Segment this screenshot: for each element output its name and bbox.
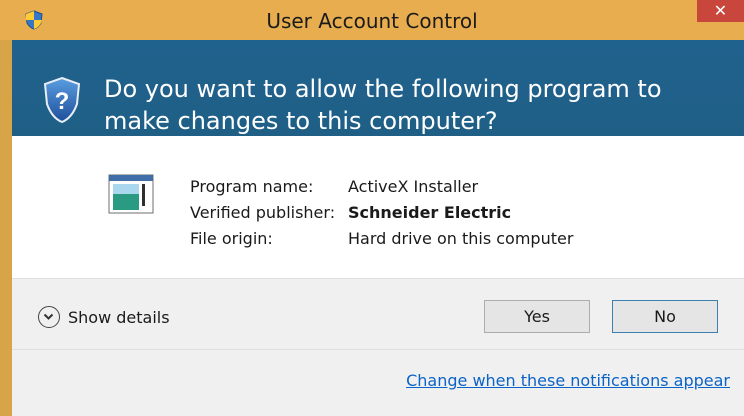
svg-text:?: ? xyxy=(55,88,70,115)
notification-settings-link[interactable]: Change when these notifications appear xyxy=(406,371,730,390)
program-name-value: ActiveX Installer xyxy=(348,177,479,196)
program-details: Program name: Verified publisher: File o… xyxy=(12,136,744,278)
prompt-question: Do you want to allow the following progr… xyxy=(104,75,662,135)
yes-button[interactable]: Yes xyxy=(484,300,590,333)
no-button[interactable]: No xyxy=(612,300,718,333)
uac-question-shield-icon: ? xyxy=(43,76,81,124)
verified-publisher-value: Schneider Electric xyxy=(348,203,512,222)
dialog-content: ? Do you want to allow the following pro… xyxy=(12,40,744,416)
titlebar[interactable]: User Account Control ✕ xyxy=(0,0,744,40)
program-name-label: Program name: xyxy=(190,177,314,196)
chevron-down-icon xyxy=(43,313,54,320)
window-title: User Account Control xyxy=(266,9,478,33)
close-button[interactable]: ✕ xyxy=(697,0,744,22)
uac-dialog: User Account Control ✕ ? Do you want to … xyxy=(0,0,744,416)
info-labels: Program name: Verified publisher: File o… xyxy=(190,174,335,252)
verified-publisher-label: Verified publisher: xyxy=(190,203,336,222)
file-origin-value: Hard drive on this computer xyxy=(348,229,574,248)
prompt-header: ? Do you want to allow the following pro… xyxy=(12,40,744,136)
program-window-icon xyxy=(108,174,154,214)
info-values: ActiveX Installer Schneider Electric Har… xyxy=(348,174,573,252)
chevron-down-circle-icon[interactable] xyxy=(38,306,60,328)
file-origin-label: File origin: xyxy=(190,229,273,248)
show-details-link[interactable]: Show details xyxy=(68,308,170,327)
